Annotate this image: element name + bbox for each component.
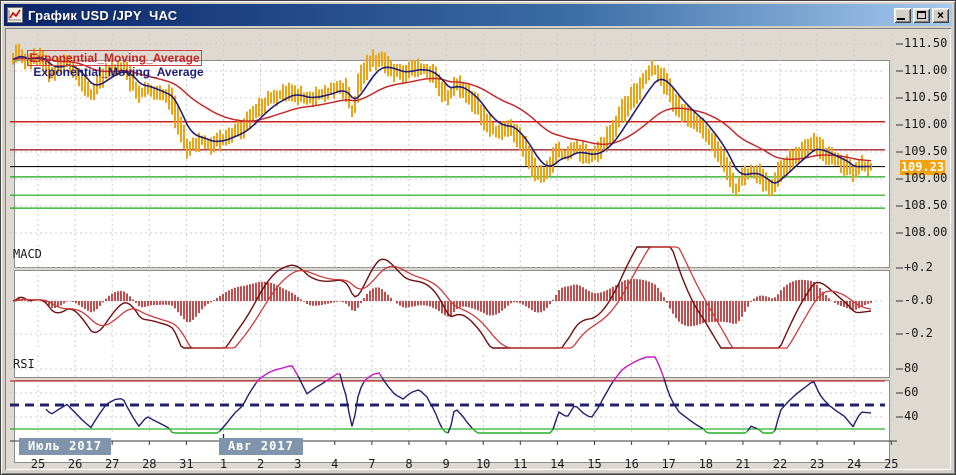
axis-tick-label: -0.2 <box>904 326 954 340</box>
date-tick-label: 9 <box>433 457 459 471</box>
date-tick-label: 31 <box>173 457 199 471</box>
axis-tick-label: 110.00 <box>904 117 954 131</box>
close-icon[interactable]: × <box>932 8 949 23</box>
date-tick-label: 27 <box>99 457 125 471</box>
macd-label: MACD <box>13 247 42 261</box>
date-tick-label: 18 <box>693 457 719 471</box>
date-tick-label: 8 <box>396 457 422 471</box>
axis-tick-label: 111.00 <box>904 63 954 77</box>
date-tick-label: 23 <box>804 457 830 471</box>
date-tick-label: 17 <box>656 457 682 471</box>
date-tick-label: 21 <box>730 457 756 471</box>
title-bar[interactable]: График USD /JPY ЧАС × <box>4 4 952 26</box>
date-tick-label: 24 <box>841 457 867 471</box>
date-tick-label: 25 <box>878 457 904 471</box>
date-tick-label: 15 <box>582 457 608 471</box>
date-tick-label: 11 <box>507 457 533 471</box>
axis-tick-label: 60 <box>904 385 954 399</box>
axis-tick-label: 40 <box>904 409 954 423</box>
maximize-icon[interactable] <box>913 8 930 23</box>
chart-icon <box>7 7 23 23</box>
date-tick-label: 28 <box>136 457 162 471</box>
legend-ema-red[interactable]: Exponential_Moving_Average <box>27 50 201 66</box>
date-tick-label: 1 <box>211 457 237 471</box>
axis-tick-label: +0.2 <box>904 260 954 274</box>
axis-tick-label: -0.0 <box>904 293 954 307</box>
date-tick-label: 4 <box>322 457 348 471</box>
axis-tick-label: 80 <box>904 361 954 375</box>
indicator-legend: Exponential_Moving_Average Exponential_M… <box>14 37 204 93</box>
date-tick-label: 22 <box>767 457 793 471</box>
macd-panel[interactable] <box>14 270 890 378</box>
date-tick-label: 25 <box>25 457 51 471</box>
rsi-label: RSI <box>13 357 35 371</box>
date-tick-label: 26 <box>62 457 88 471</box>
date-tick-label: 2 <box>248 457 274 471</box>
date-tick-label: 10 <box>470 457 496 471</box>
month-badge-july: Июль 2017 <box>19 438 111 455</box>
axis-tick-label: 109.50 <box>904 144 954 158</box>
legend-ema-blue[interactable]: Exponential_Moving_Average <box>33 65 203 79</box>
window-title: График USD /JPY ЧАС <box>28 8 177 23</box>
date-tick-label: 7 <box>359 457 385 471</box>
date-tick-label: 16 <box>619 457 645 471</box>
window-controls: × <box>894 8 949 23</box>
axis-tick-label: 109.00 <box>904 171 954 185</box>
axis-tick-label: 108.50 <box>904 198 954 212</box>
axis-tick-label: 110.50 <box>904 90 954 104</box>
chart-window: График USD /JPY ЧАС × Exponential_Moving… <box>0 0 956 475</box>
axis-tick-label: 108.00 <box>904 225 954 239</box>
minimize-icon[interactable] <box>894 8 911 23</box>
chart-client-area <box>5 28 951 470</box>
date-tick-label: 14 <box>544 457 570 471</box>
date-tick-label: 3 <box>285 457 311 471</box>
month-badge-august: Авг 2017 <box>219 438 303 455</box>
axis-tick-label: 111.50 <box>904 36 954 50</box>
rsi-panel[interactable] <box>14 380 890 463</box>
